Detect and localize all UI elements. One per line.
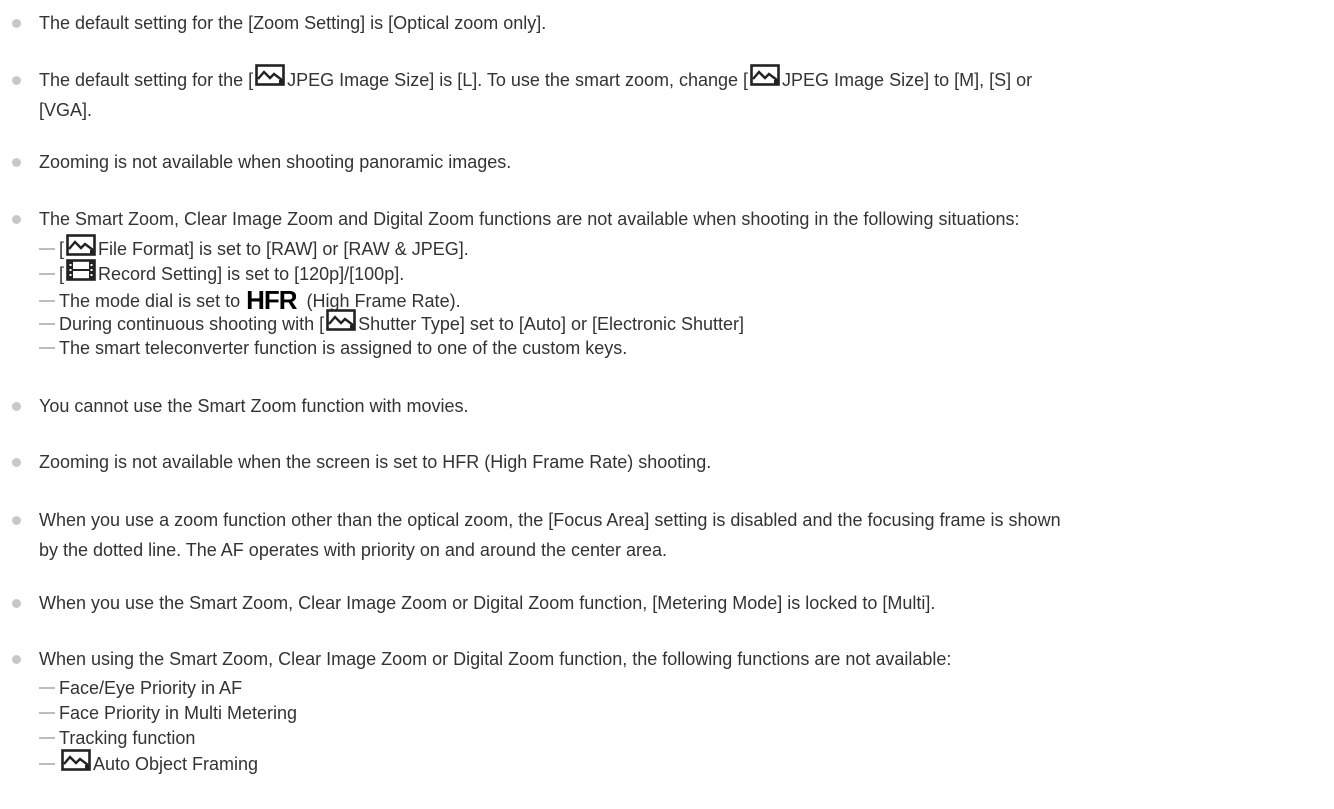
dash-icon bbox=[39, 323, 55, 325]
dash-icon bbox=[39, 248, 55, 250]
bullet-icon bbox=[12, 599, 21, 608]
bullet-icon bbox=[12, 158, 21, 167]
sub-item: Face Priority in Multi Metering bbox=[39, 701, 1329, 725]
note-text: When you use the Smart Zoom, Clear Image… bbox=[39, 593, 936, 613]
sub-text-part: File Format] is set to [RAW] or [RAW & J… bbox=[98, 238, 469, 259]
sub-text-part: [ bbox=[59, 238, 65, 259]
note-text: You cannot use the Smart Zoom function w… bbox=[39, 396, 469, 416]
sub-item: [ Record Setting] is set to [120p]/[100p]… bbox=[39, 259, 1329, 289]
note-text: The Smart Zoom, Clear Image Zoom and Dig… bbox=[39, 209, 1020, 229]
bullet-icon bbox=[12, 402, 21, 411]
sub-text-part: Shutter Type] set to [Auto] or [Electron… bbox=[358, 313, 745, 334]
note-text: When you use a zoom function other than … bbox=[39, 510, 1061, 530]
still-image-icon bbox=[66, 234, 96, 262]
note-text: When using the Smart Zoom, Clear Image Z… bbox=[39, 649, 952, 669]
sub-item: During continuous shooting with [ Shutter… bbox=[39, 309, 1329, 339]
still-image-icon bbox=[61, 749, 91, 777]
bullet-icon bbox=[12, 19, 21, 28]
note-text-continued: [VGA]. bbox=[39, 100, 93, 120]
sub-text-part: [ bbox=[59, 263, 65, 284]
sub-item: Auto Object Framing bbox=[39, 749, 1329, 779]
bullet-icon bbox=[12, 516, 21, 525]
note-text-part: JPEG Image Size] to [M], [S] or bbox=[782, 70, 1033, 90]
sub-text-part: During continuous shooting with [ bbox=[59, 313, 325, 334]
note-text: The default setting for the [Zoom Settin… bbox=[39, 13, 547, 33]
dash-icon bbox=[39, 687, 55, 690]
sub-text-part: (High Frame Rate). bbox=[306, 291, 461, 311]
sub-text-part: Face/Eye Priority in AF bbox=[59, 678, 243, 698]
dash-icon bbox=[39, 712, 55, 715]
note-text: The default setting for the [ JPEG Image … bbox=[39, 63, 1329, 97]
sub-item: Face/Eye Priority in AF bbox=[39, 676, 1329, 700]
bullet-icon bbox=[12, 655, 21, 664]
sub-text-part: The mode dial is set to bbox=[59, 291, 241, 311]
bullet-icon bbox=[12, 76, 21, 85]
sub-text-part: Auto Object Framing bbox=[93, 753, 259, 774]
dash-icon bbox=[39, 347, 55, 350]
sub-text-part: Record Setting] is set to [120p]/[100p]. bbox=[98, 263, 405, 284]
sub-item: The mode dial is set to HFR (High Frame Ra… bbox=[39, 286, 1329, 313]
still-image-icon bbox=[750, 63, 780, 95]
note-text-part: The default setting for the [ bbox=[39, 70, 254, 90]
note-text: Zooming is not available when the screen… bbox=[39, 452, 712, 472]
note-text-continued: by the dotted line. The AF operates with… bbox=[39, 540, 668, 560]
sub-item: The smart teleconverter function is assi… bbox=[39, 336, 1329, 360]
still-image-icon bbox=[255, 63, 285, 95]
dash-icon bbox=[39, 763, 55, 765]
still-image-icon bbox=[326, 309, 356, 337]
bullet-icon bbox=[12, 458, 21, 467]
dash-icon bbox=[39, 737, 55, 740]
sub-text-part: The smart teleconverter function is assi… bbox=[59, 338, 628, 358]
note-text-part: JPEG Image Size] is [L]. To use the smar… bbox=[287, 70, 749, 90]
note-text: Zooming is not available when shooting p… bbox=[39, 152, 512, 172]
sub-item: Tracking function bbox=[39, 726, 1329, 750]
sub-text-part: Face Priority in Multi Metering bbox=[59, 703, 298, 723]
sub-item: [ File Format] is set to [RAW] or [RAW & … bbox=[39, 234, 1329, 264]
dash-icon bbox=[39, 300, 55, 303]
movie-icon bbox=[66, 259, 96, 287]
sub-text-part: Tracking function bbox=[59, 728, 196, 748]
dash-icon bbox=[39, 273, 55, 275]
bullet-icon bbox=[12, 215, 21, 224]
